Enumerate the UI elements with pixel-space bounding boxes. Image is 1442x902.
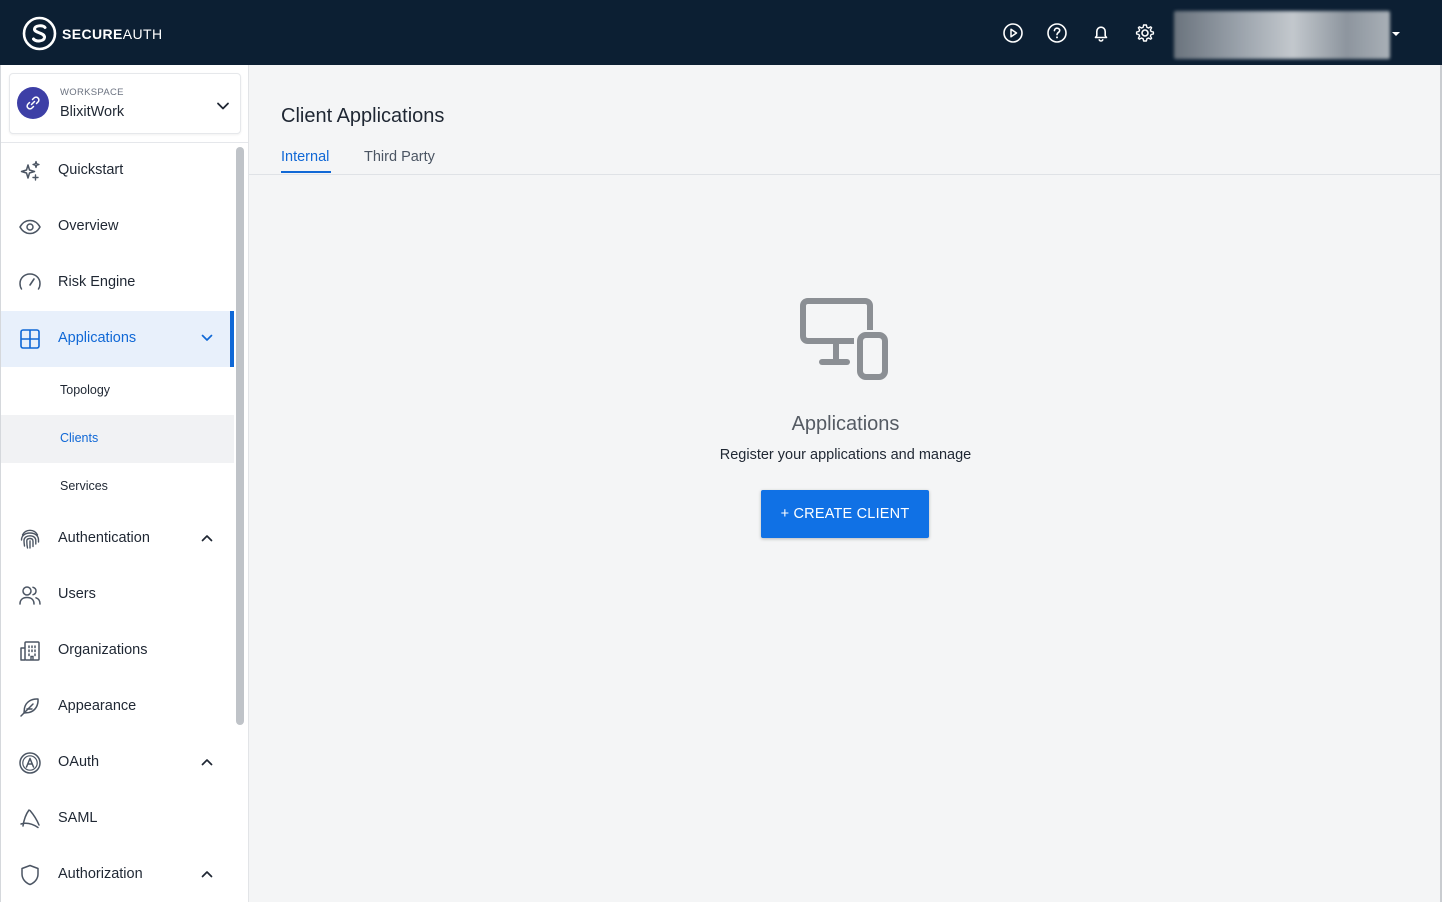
saml-icon [18,807,42,831]
sidebar-item-label: Organizations [58,642,148,658]
sidebar-item-authentication[interactable]: Authentication [0,511,234,567]
user-menu-avatar[interactable] [1174,11,1390,59]
workspace-label: WORKSPACE [60,87,124,98]
sidebar-subitem-label: Clients [60,431,99,445]
sidebar-item-label: Authorization [58,866,143,882]
grid-icon [18,327,42,351]
play-circle-icon[interactable] [1002,22,1024,44]
chevron-down-icon [200,331,214,350]
brand-logo[interactable]: SECUREAUTH [22,16,162,51]
oauth-icon [18,751,42,775]
sidebar-subitem-topology[interactable]: Topology [0,367,234,415]
eye-icon [18,215,42,239]
sidebar-item-oauth[interactable]: OAuth [0,735,234,791]
empty-state-title: Applications [791,413,900,435]
sidebar: WORKSPACE BlixitWork Quickstart Overview… [0,65,249,902]
devices-icon [800,298,892,387]
sidebar-subitem-label: Services [60,479,108,493]
sidebar-item-label: Authentication [58,530,150,546]
gauge-icon [18,271,42,295]
sidebar-item-authorization[interactable]: Authorization [0,847,234,902]
chevron-up-icon [200,755,214,774]
sidebar-item-label: SAML [58,810,98,826]
active-tab-indicator [281,171,331,173]
building-icon [18,639,42,663]
empty-state-subtitle: Register your applications and manage [719,447,972,463]
chevron-up-icon [200,531,214,550]
shield-icon [18,863,42,887]
chevron-up-icon [200,867,214,886]
page-title: Client Applications [281,105,445,127]
tab-internal[interactable]: Internal [281,149,329,165]
bell-icon[interactable] [1090,22,1112,44]
sidebar-subitem-label: Topology [60,383,111,397]
sidebar-item-label: Risk Engine [58,274,136,290]
sidebar-item-appearance[interactable]: Appearance [0,679,234,735]
main-content: Client Applications Internal Third Party… [249,65,1442,902]
sidebar-item-label: Overview [58,218,119,234]
users-icon [18,583,42,607]
sidebar-item-quickstart[interactable]: Quickstart [0,143,234,199]
create-client-button[interactable]: + CREATE CLIENT [761,490,929,538]
fingerprint-icon [18,527,42,551]
sidebar-item-label: OAuth [58,754,100,770]
sidebar-item-label: Quickstart [58,162,124,178]
sidebar-item-saml[interactable]: SAML [0,791,234,847]
gear-icon[interactable] [1134,22,1156,44]
sidebar-item-users[interactable]: Users [0,567,234,623]
feather-icon [18,695,42,719]
workspace-name: BlixitWork [60,104,125,120]
tab-divider [249,174,1442,175]
tab-third-party[interactable]: Third Party [364,149,435,165]
sidebar-item-applications[interactable]: Applications [0,311,234,367]
sidebar-subitem-services[interactable]: Services [0,463,234,511]
sidebar-item-risk-engine[interactable]: Risk Engine [0,255,234,311]
chevron-down-icon [216,98,230,116]
sidebar-subitem-clients[interactable]: Clients [0,415,234,463]
help-circle-icon[interactable] [1046,22,1068,44]
sparkles-icon [18,159,42,183]
sidebar-item-organizations[interactable]: Organizations [0,623,234,679]
sidebar-item-label: Applications [58,330,137,346]
secureauth-logo-icon [22,16,57,51]
workspace-switcher[interactable]: WORKSPACE BlixitWork [9,73,241,134]
sidebar-scrollbar-thumb[interactable] [236,147,244,725]
sidebar-item-label: Appearance [58,698,137,714]
window-left-edge [0,65,1,902]
brand-wordmark: SECUREAUTH [62,25,163,42]
sidebar-item-label: Users [58,586,96,602]
top-bar: SECUREAUTH [0,0,1442,65]
workspace-link-icon [17,87,49,119]
sidebar-item-overview[interactable]: Overview [0,199,234,255]
user-menu-caret-icon[interactable] [1392,32,1400,36]
